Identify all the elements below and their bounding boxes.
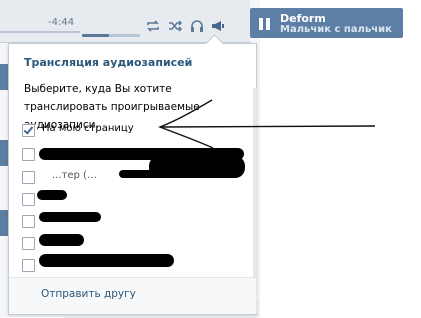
hand-drawn-arrow: [158, 99, 376, 149]
